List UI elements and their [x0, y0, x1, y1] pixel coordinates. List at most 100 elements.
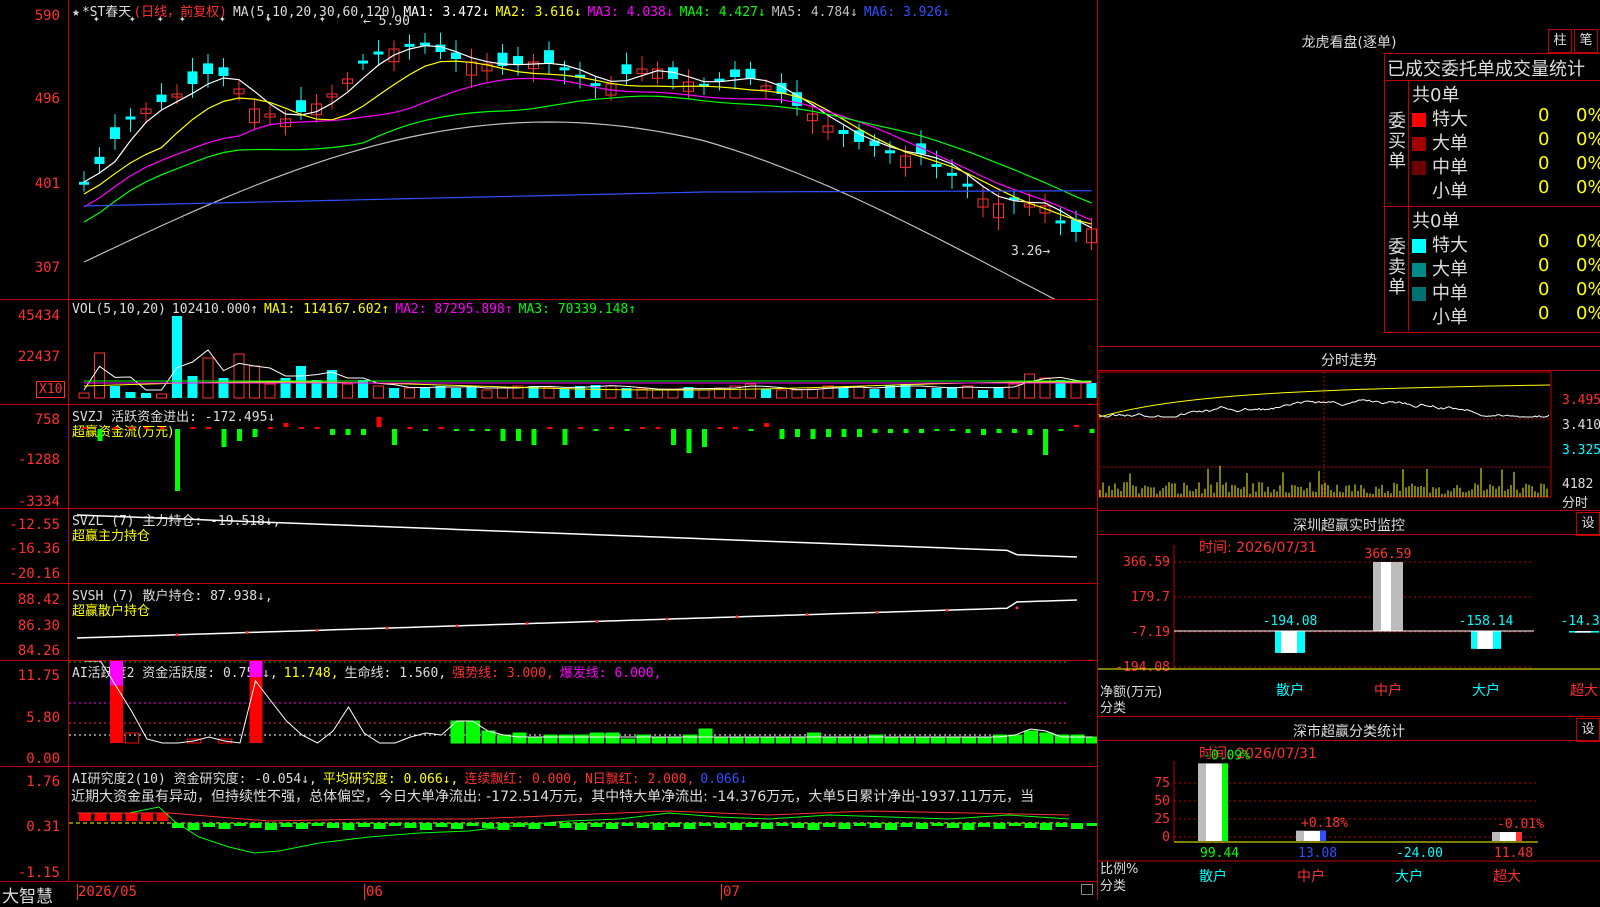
- candle-down: [110, 127, 120, 139]
- volume-bar: [264, 383, 276, 399]
- flow-bar: [1089, 429, 1095, 433]
- research-bar: [947, 823, 959, 828]
- activity-line: [85, 661, 1093, 744]
- volume-bar: [497, 387, 508, 399]
- volume-bar: [404, 387, 415, 399]
- research-bar: [637, 823, 649, 828]
- research-bar: [125, 813, 138, 821]
- vol-y-tick: 45434: [17, 308, 60, 324]
- monitor-value-label: 366.59: [1365, 547, 1412, 562]
- flow-bar: [872, 429, 878, 433]
- activity-bar: [791, 736, 806, 744]
- tick-mode-button[interactable]: 笔: [1574, 29, 1598, 53]
- main-holding-chart[interactable]: [69, 509, 1097, 583]
- flow-bar: [221, 429, 227, 447]
- flow-bar: [82, 427, 87, 429]
- marker-star-icon: ✦: [93, 14, 100, 25]
- order-row: 小单 0 0%: [1412, 177, 1600, 203]
- bar-mode-button[interactable]: 柱: [1548, 29, 1572, 53]
- main-chart-area[interactable]: ★ *ST春天 (日线，前复权) MA(5,10,20,30,60,120) MA1: …: [0, 0, 1098, 907]
- monitor-category: 超大: [1570, 683, 1598, 699]
- flow-bar: [1027, 429, 1033, 435]
- monitor-axis-label: 分类: [1100, 701, 1127, 716]
- activity-bar: [1024, 730, 1038, 744]
- volume-bar: [962, 385, 973, 399]
- divider: [1098, 716, 1600, 717]
- candlestick-chart[interactable]: ✦ ✦ ✦ ✦ ✦ ✦ ✦: [69, 14, 1097, 299]
- vol-unit-badge[interactable]: X10: [36, 381, 66, 398]
- volume-bar: [559, 389, 570, 398]
- candle-down: [916, 143, 926, 154]
- flow-bar: [903, 429, 909, 433]
- volume-chart[interactable]: [69, 312, 1097, 399]
- stats-bar-edge: [1320, 830, 1326, 841]
- volume-bar: [1070, 382, 1082, 399]
- flow-bar: [237, 429, 242, 441]
- fund-flow-chart[interactable]: [69, 405, 1097, 508]
- svzj-y-tick: 758: [34, 412, 60, 428]
- y-tick: 496: [34, 91, 60, 107]
- monitor-bar-highlight: [1575, 631, 1591, 633]
- order-count: 0: [1538, 231, 1550, 252]
- flow-bar: [717, 427, 723, 429]
- sell-orders-label: 委卖单: [1388, 237, 1406, 298]
- monitor-settings-button[interactable]: 设: [1576, 512, 1600, 536]
- ai-research-chart[interactable]: [69, 767, 1097, 881]
- research-bar: [435, 823, 448, 827]
- intraday-chart[interactable]: [1098, 371, 1600, 508]
- research-bar: [699, 823, 711, 826]
- stats-settings-button[interactable]: 设: [1576, 718, 1600, 742]
- monitor-bar-chart[interactable]: 366.59 179.7 -7.19 -194.08 -194.08 366.59 -158…: [1098, 535, 1600, 715]
- research-bar: [823, 823, 835, 827]
- volume-bar: [869, 389, 880, 398]
- stats-bar-chart[interactable]: 75 50 25 0 -0.09% 99.44 +0.18% 13.08 -24.00 -0.01…: [1098, 741, 1600, 900]
- order-count: 0: [1538, 153, 1550, 174]
- order-pct: 0%: [1576, 105, 1600, 126]
- flow-bar: [113, 427, 118, 429]
- research-bar: [342, 823, 355, 830]
- svsh-y-tick: 88.42: [17, 592, 60, 608]
- candle-down: [621, 64, 632, 74]
- research-bar: [761, 823, 773, 829]
- lock-icon[interactable]: [1081, 884, 1093, 895]
- svzl-y-tick: -12.55: [9, 517, 60, 533]
- divider-1: [0, 299, 1098, 300]
- stats-top-label: -0.01%: [1497, 817, 1544, 832]
- research-bar: [683, 823, 696, 829]
- volume-bar: [993, 387, 1004, 398]
- flow-bar: [252, 429, 258, 437]
- candle-down: [1055, 220, 1066, 224]
- flow-bar: [283, 423, 289, 427]
- dragon-tiger-title: 龙虎看盘(逐单): [1301, 35, 1397, 51]
- order-row: 大单 0 0%: [1412, 129, 1600, 155]
- order-count: 0: [1538, 105, 1550, 126]
- ai-activity-chart[interactable]: [69, 661, 1097, 766]
- activity-bar: [822, 736, 837, 744]
- research-bar: [79, 813, 91, 821]
- ai3-y-tick: 0.31: [26, 819, 60, 835]
- retail-holding-chart[interactable]: [69, 584, 1097, 660]
- research-bar: [776, 823, 789, 826]
- flow-bar: [996, 429, 1002, 433]
- flow-bar: [919, 429, 924, 433]
- volume-bar: [776, 389, 787, 399]
- flow-bar: [97, 429, 103, 441]
- activity-bar: [776, 736, 790, 744]
- legend-swatch-icon: [1412, 137, 1426, 151]
- flow-bar: [547, 427, 552, 429]
- order-type: 中单: [1432, 283, 1468, 304]
- research-bar: [327, 823, 339, 828]
- volume-bar: [342, 383, 353, 399]
- research-bar: [141, 813, 153, 821]
- flow-bar: [888, 429, 893, 433]
- sell-total: 共0单: [1412, 211, 1460, 232]
- retail-marker: [525, 622, 529, 626]
- activity-bar: [667, 736, 682, 744]
- flow-bar: [593, 429, 599, 431]
- x-tick-mark: [77, 884, 78, 900]
- research-bar: [187, 823, 200, 830]
- intraday-y-tick: 3.495: [1562, 393, 1600, 408]
- order-count: 0: [1538, 279, 1550, 300]
- candle-down: [559, 67, 570, 71]
- stats-category: 大户: [1395, 868, 1423, 885]
